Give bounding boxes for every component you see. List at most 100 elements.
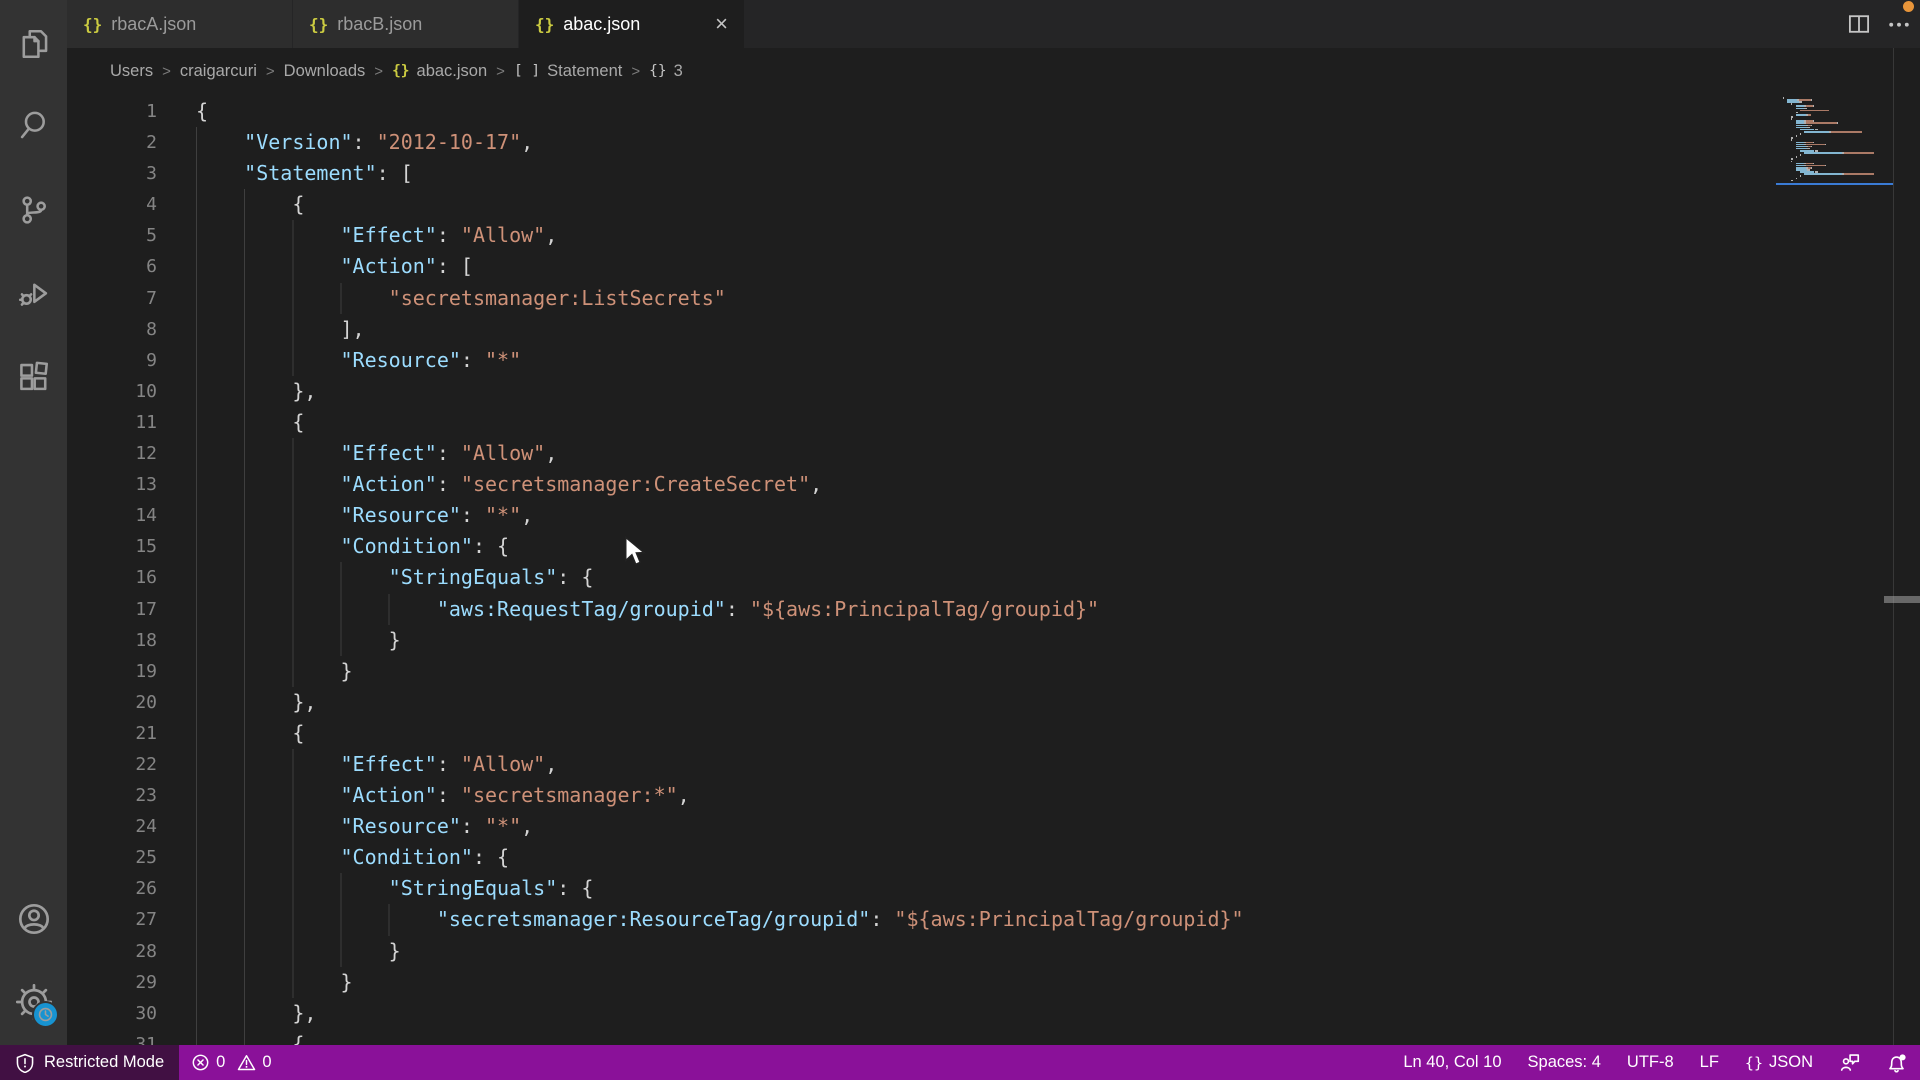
extensions-icon[interactable] xyxy=(0,350,67,406)
code-line[interactable]: 19 } xyxy=(67,655,1920,687)
code-editor[interactable]: 1{2 "Version": "2012-10-17", 3 "Statement… xyxy=(67,94,1920,1045)
code-text: ], xyxy=(340,316,365,341)
line-number: 29 xyxy=(135,971,157,993)
breadcrumb-item-abac-json[interactable]: {} abac.json xyxy=(392,62,487,81)
code-line[interactable]: 7 "secretsmanager:ListSecrets" xyxy=(67,282,1920,314)
close-tab-icon[interactable]: × xyxy=(715,13,728,35)
minimap-line xyxy=(1811,124,1813,127)
code-line[interactable]: 18 } xyxy=(67,624,1920,656)
eol-item[interactable]: LF xyxy=(1687,1045,1732,1080)
feedback-item[interactable] xyxy=(1826,1045,1873,1080)
array-symbol-icon: [ ] xyxy=(513,63,541,79)
encoding-label: UTF-8 xyxy=(1626,1053,1674,1071)
code-line[interactable]: 25 "Condition": { xyxy=(67,842,1920,874)
search-icon[interactable] xyxy=(0,98,67,154)
run-debug-icon[interactable] xyxy=(0,266,67,322)
code-line[interactable]: 11 { xyxy=(67,406,1920,439)
activity-bar xyxy=(0,0,67,1045)
line-number: 9 xyxy=(146,349,157,371)
code-line[interactable]: 14 "Resource": "*", xyxy=(67,500,1920,532)
code-line[interactable]: 4 { xyxy=(67,189,1920,221)
code-line[interactable]: 13 "Action": "secretsmanager:CreateSecre… xyxy=(67,469,1920,501)
line-number: 24 xyxy=(135,816,157,838)
split-editor-icon[interactable] xyxy=(1846,11,1872,37)
minimap-line xyxy=(1795,113,1807,116)
bell-icon xyxy=(1889,1054,1906,1073)
errors-icon xyxy=(192,1054,209,1071)
line-number: 25 xyxy=(135,847,157,869)
explorer-icon[interactable] xyxy=(0,16,67,72)
tab-label: abac.json xyxy=(563,13,641,34)
code-line[interactable]: 23 "Action": "secretsmanager:*", xyxy=(67,780,1920,812)
object-symbol-icon: {} xyxy=(649,63,667,79)
line-number: 6 xyxy=(146,256,157,278)
tab-rbacA-json[interactable]: {} rbacA.json xyxy=(67,0,293,48)
code-line[interactable]: 9 "Resource": "*" xyxy=(67,344,1920,376)
code-text: } xyxy=(388,938,401,963)
restricted-mode-item[interactable]: Restricted Mode xyxy=(0,1045,180,1080)
code-line[interactable]: 12 "Effect": "Allow", xyxy=(67,438,1920,470)
line-number: 14 xyxy=(135,505,157,527)
code-line[interactable]: 27 "secretsmanager:ResourceTag/groupid":… xyxy=(67,904,1920,936)
line-number: 19 xyxy=(135,660,157,682)
breadcrumb-item-users[interactable]: Users xyxy=(110,62,153,81)
code-text: } xyxy=(340,658,353,683)
code-text: "Version": "2012-10-17", xyxy=(244,130,534,155)
more-actions-icon[interactable] xyxy=(1886,11,1912,37)
code-text: "Action": [ xyxy=(340,254,473,279)
json-file-icon: {} xyxy=(392,63,410,79)
code-line[interactable]: 29 } xyxy=(67,966,1920,998)
code-text: "secretsmanager:ResourceTag/groupid": "$… xyxy=(436,907,1244,932)
code-line[interactable]: 30 }, xyxy=(67,997,1920,1029)
code-line[interactable]: 1{ xyxy=(67,96,1920,127)
code-line[interactable]: 15 "Condition": { xyxy=(67,531,1920,563)
code-line[interactable]: 31 { xyxy=(67,1028,1920,1045)
breadcrumb-item-statement[interactable]: [ ] Statement xyxy=(514,62,622,81)
code-line[interactable]: 10 }, xyxy=(67,375,1920,407)
tab-rbacB-json[interactable]: {} rbacB.json xyxy=(293,0,519,48)
settings-gear-icon[interactable] xyxy=(0,974,67,1030)
code-line[interactable]: 28 } xyxy=(67,935,1920,967)
code-line[interactable]: 3 "Statement": [ xyxy=(67,158,1920,190)
line-number: 31 xyxy=(135,1033,157,1045)
breadcrumb-item-craigarcuri[interactable]: craigarcuri xyxy=(180,62,257,81)
eol-label: LF xyxy=(1699,1053,1719,1071)
breadcrumb-item-3[interactable]: {} 3 xyxy=(649,62,683,81)
breadcrumb-item-downloads[interactable]: Downloads xyxy=(284,62,366,81)
code-line[interactable]: 6 "Action": [ xyxy=(67,251,1920,283)
code-line[interactable]: 5 "Effect": "Allow", xyxy=(67,220,1920,252)
problems-item[interactable]: 0 0 xyxy=(179,1045,283,1080)
accounts-icon[interactable] xyxy=(0,891,67,947)
code-line[interactable]: 20 }, xyxy=(67,686,1920,718)
notifications-item[interactable] xyxy=(1873,1045,1920,1080)
line-number: 7 xyxy=(146,287,157,309)
code-line[interactable]: 26 "StringEquals": { xyxy=(67,873,1920,905)
minimap-line xyxy=(1843,173,1875,175)
code-line[interactable]: 2 "Version": "2012-10-17", xyxy=(67,127,1920,159)
code-text: "Action": "secretsmanager:CreateSecret", xyxy=(340,472,823,497)
minimap-line xyxy=(1811,166,1813,169)
source-control-icon[interactable] xyxy=(0,182,67,238)
tab-abac-json[interactable]: {} abac.json × xyxy=(519,0,745,48)
minimap-line xyxy=(1813,105,1815,108)
minimap[interactable] xyxy=(1776,90,1893,310)
code-text: "Action": "secretsmanager:*", xyxy=(340,783,690,808)
code-line[interactable]: 17 "aws:RequestTag/groupid": "${aws:Prin… xyxy=(67,593,1920,625)
line-number: 21 xyxy=(135,722,157,744)
code-text: } xyxy=(340,969,353,994)
code-line[interactable]: 16 "StringEquals": { xyxy=(67,562,1920,594)
code-line[interactable]: 21 { xyxy=(67,717,1920,749)
line-number: 26 xyxy=(135,878,157,900)
code-line[interactable]: 24 "Resource": "*", xyxy=(67,811,1920,843)
minimap-line xyxy=(1791,160,1793,163)
code-line[interactable]: 8 ], xyxy=(67,313,1920,345)
code-text: "Resource": "*", xyxy=(340,814,534,839)
code-line[interactable]: 22 "Effect": "Allow", xyxy=(67,748,1920,781)
cursor-position-item[interactable]: Ln 40, Col 10 xyxy=(1390,1045,1514,1080)
indentation-label: Spaces: 4 xyxy=(1527,1053,1601,1071)
language-mode-item[interactable]: {} JSON xyxy=(1732,1045,1826,1080)
encoding-item[interactable]: UTF-8 xyxy=(1614,1045,1687,1080)
breadcrumb-separator: > xyxy=(631,62,641,80)
indentation-item[interactable]: Spaces: 4 xyxy=(1515,1045,1614,1080)
breadcrumb-label: abac.json xyxy=(416,61,488,80)
